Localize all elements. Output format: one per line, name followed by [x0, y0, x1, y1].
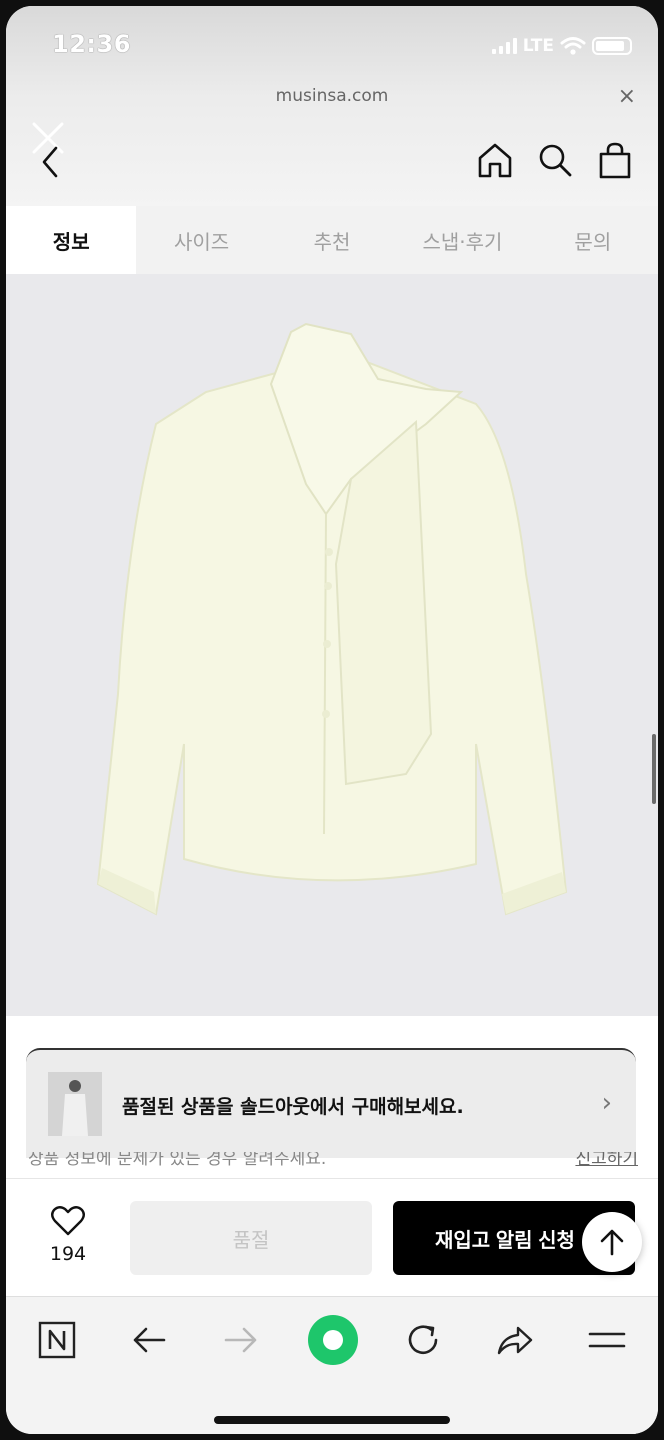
browser-header: 12:36 LTE musinsa.com ×	[6, 6, 658, 210]
scrollbar[interactable]	[652, 734, 656, 804]
notice-text: 상품 정보에 문제가 있는 경우 알려주세요.	[28, 1152, 327, 1169]
notice-row: 상품 정보에 문제가 있는 경우 알려주세요. 신고하기	[28, 1152, 638, 1174]
home-icon[interactable]	[476, 140, 514, 180]
shopping-bag-icon[interactable]	[596, 140, 634, 180]
product-tabs: 정보 사이즈 추천 스냅·후기 문의	[6, 206, 658, 274]
share-icon[interactable]	[492, 1317, 538, 1363]
header-actions	[476, 140, 634, 180]
tab-inquiry[interactable]: 문의	[528, 206, 658, 274]
url-bar[interactable]: musinsa.com	[6, 86, 658, 106]
banner-thumbnail	[48, 1072, 102, 1136]
soldout-button[interactable]: 품절	[130, 1201, 372, 1275]
like-count: 194	[49, 1243, 87, 1265]
url-close-button[interactable]: ×	[618, 84, 636, 109]
heart-icon	[51, 1206, 85, 1236]
green-dot-icon[interactable]	[306, 1313, 360, 1367]
app-screen: 12:36 LTE musinsa.com × 정보 사이즈 추천 스냅·후기 …	[6, 6, 658, 1434]
status-indicators: LTE	[491, 36, 632, 56]
tab-size[interactable]: 사이즈	[136, 206, 266, 274]
status-time: 12:36	[52, 30, 131, 58]
search-icon[interactable]	[536, 140, 574, 180]
menu-icon[interactable]	[584, 1317, 630, 1363]
wifi-icon	[560, 37, 586, 55]
arrow-up-icon	[600, 1229, 624, 1256]
home-indicator[interactable]	[214, 1416, 450, 1424]
tab-recommend[interactable]: 추천	[267, 206, 397, 274]
purchase-action-bar: 194 품절 재입고 알림 신청	[6, 1178, 658, 1297]
report-link[interactable]: 신고하기	[575, 1152, 638, 1169]
back-arrow-icon[interactable]	[126, 1317, 172, 1363]
like-button[interactable]: 194	[46, 1205, 90, 1265]
forward-arrow-icon[interactable]	[218, 1317, 264, 1363]
scroll-to-top-button[interactable]	[582, 1212, 642, 1272]
signal-icon	[491, 38, 517, 54]
naver-icon[interactable]	[34, 1317, 80, 1363]
tab-info[interactable]: 정보	[6, 206, 137, 274]
network-label: LTE	[522, 36, 554, 56]
tab-snap-review[interactable]: 스냅·후기	[397, 206, 527, 274]
chevron-right-icon: ›	[601, 1088, 612, 1118]
blouse-illustration	[96, 322, 568, 916]
battery-icon	[592, 37, 632, 55]
product-image[interactable]	[6, 274, 658, 1016]
refresh-icon[interactable]	[400, 1317, 446, 1363]
back-icon[interactable]	[40, 144, 60, 180]
banner-text: 품절된 상품을 솔드아웃에서 구매해보세요.	[122, 1096, 464, 1118]
soldout-banner[interactable]: 품절된 상품을 솔드아웃에서 구매해보세요. ›	[26, 1048, 636, 1158]
browser-toolbar	[6, 1296, 658, 1434]
